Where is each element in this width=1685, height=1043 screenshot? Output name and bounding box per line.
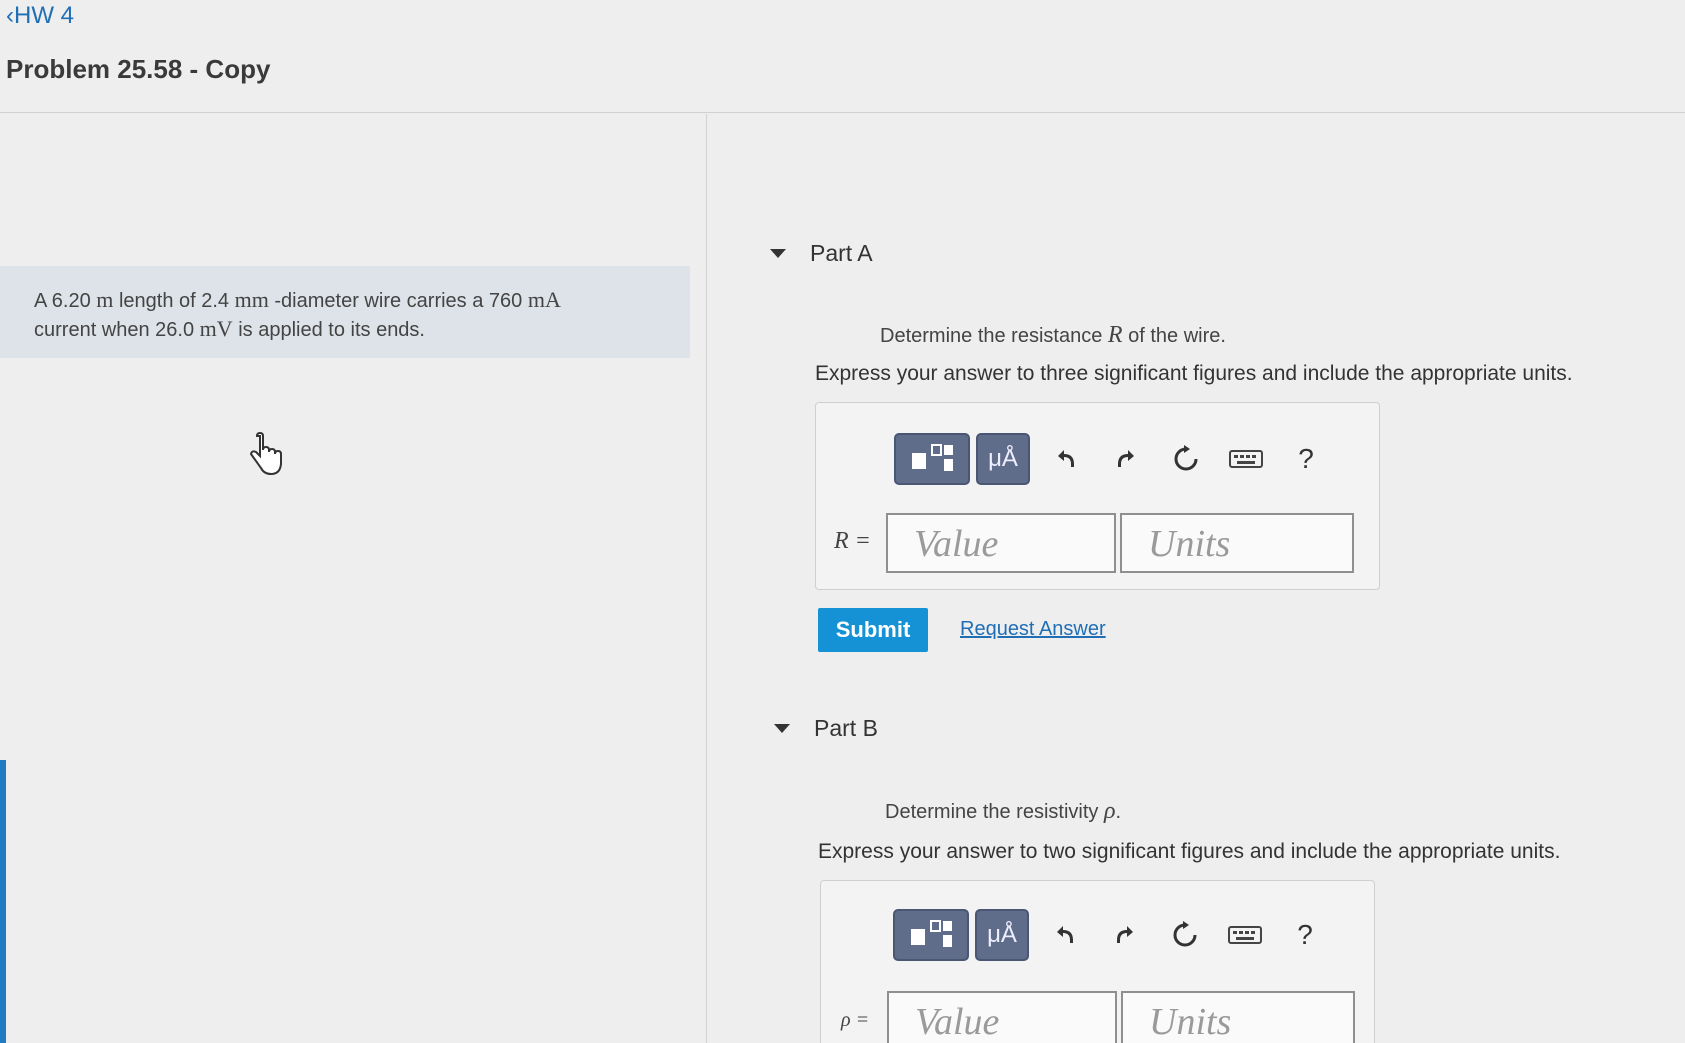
- templates-button[interactable]: [893, 909, 969, 961]
- keyboard-icon: [1228, 926, 1262, 944]
- problem-statement: A 6.20 m length of 2.4 mm -diameter wire…: [0, 266, 690, 358]
- submit-button[interactable]: Submit: [818, 608, 928, 652]
- undo-icon: [1057, 926, 1073, 943]
- redo-button[interactable]: [1096, 433, 1156, 485]
- column-divider: [706, 114, 707, 1043]
- reset-button[interactable]: [1156, 433, 1216, 485]
- part-a-answer-box: μÅ ? R = Value Units: [815, 402, 1380, 590]
- part-b-prompt: Determine the resistivity ρ.: [885, 798, 1122, 824]
- part-b-var-label: ρ =: [841, 1009, 870, 1031]
- templates-icon: [912, 444, 953, 471]
- redo-icon: [1117, 926, 1133, 943]
- part-a-toolbar: μÅ ?: [894, 433, 1336, 485]
- page: ‹HW 4 Problem 25.58 - Copy A 6.20 m leng…: [0, 0, 1685, 1043]
- units-button-label: μÅ: [987, 921, 1017, 948]
- help-button[interactable]: ?: [1276, 433, 1336, 485]
- units-button-label: μÅ: [988, 445, 1018, 472]
- redo-button[interactable]: [1095, 909, 1155, 961]
- reset-icon: [1173, 921, 1197, 947]
- part-a-var-label: R =: [834, 528, 871, 554]
- part-b-answer-box: μÅ ? ρ = Value Units: [820, 880, 1375, 1043]
- keyboard-button[interactable]: [1216, 433, 1276, 485]
- caret-down-icon: [774, 724, 790, 733]
- part-a-label: Part A: [810, 240, 873, 266]
- chevron-left-icon: ‹: [6, 2, 14, 29]
- reset-icon: [1174, 445, 1198, 471]
- hand-cursor-icon: [249, 432, 282, 476]
- back-link[interactable]: ‹HW 4: [6, 2, 74, 30]
- help-icon: ?: [1297, 919, 1313, 950]
- problem-line-1: A 6.20 m length of 2.4 mm -diameter wire…: [34, 287, 561, 312]
- templates-button[interactable]: [894, 433, 970, 485]
- value-input[interactable]: Value: [887, 991, 1117, 1043]
- help-icon: ?: [1298, 443, 1314, 474]
- undo-button[interactable]: [1035, 909, 1095, 961]
- redo-icon: [1118, 450, 1134, 467]
- units-input[interactable]: Units: [1120, 513, 1354, 573]
- part-a-header[interactable]: Part A: [770, 240, 873, 267]
- units-input[interactable]: Units: [1121, 991, 1355, 1043]
- page-title: Problem 25.58 - Copy: [6, 54, 271, 84]
- request-answer-link[interactable]: Request Answer: [960, 618, 1106, 641]
- units-button[interactable]: μÅ: [975, 909, 1029, 961]
- value-input[interactable]: Value: [886, 513, 1116, 573]
- part-b-toolbar: μÅ ?: [893, 909, 1335, 961]
- part-a-instruction: Express your answer to three significant…: [815, 362, 1573, 385]
- reset-button[interactable]: [1155, 909, 1215, 961]
- part-b-instruction: Express your answer to two significant f…: [818, 840, 1561, 863]
- help-button[interactable]: ?: [1275, 909, 1335, 961]
- part-b-label: Part B: [814, 715, 878, 741]
- part-a-prompt: Determine the resistance R of the wire.: [880, 322, 1226, 348]
- undo-icon: [1058, 450, 1074, 467]
- part-b-header[interactable]: Part B: [774, 715, 878, 742]
- templates-icon: [911, 920, 952, 947]
- caret-down-icon: [770, 249, 786, 258]
- header-divider: [0, 112, 1685, 113]
- keyboard-button[interactable]: [1215, 909, 1275, 961]
- keyboard-icon: [1229, 450, 1263, 468]
- undo-button[interactable]: [1036, 433, 1096, 485]
- left-accent-stripe: [0, 760, 6, 1043]
- problem-line-2: current when 26.0 mV is applied to its e…: [34, 316, 425, 341]
- units-button[interactable]: μÅ: [976, 433, 1030, 485]
- back-link-label: HW 4: [14, 2, 74, 29]
